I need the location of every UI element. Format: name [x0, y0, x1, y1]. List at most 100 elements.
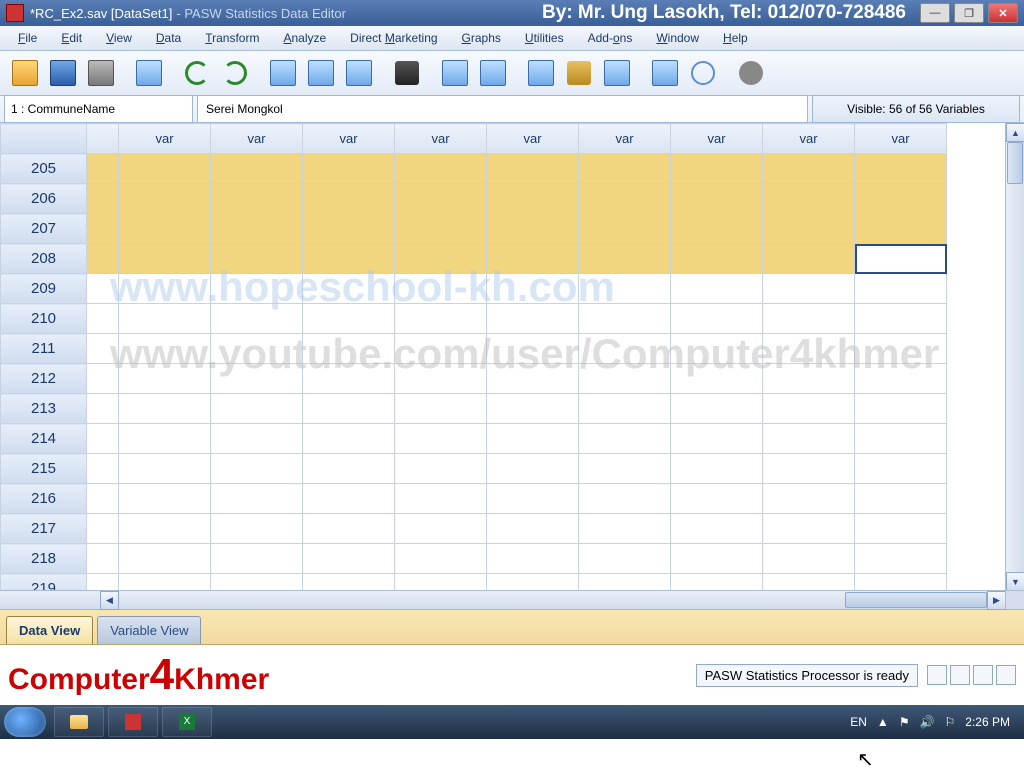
data-cell[interactable] [579, 394, 671, 424]
column-header[interactable]: var [855, 124, 947, 154]
value-labels-button[interactable] [648, 56, 682, 90]
data-cell[interactable] [763, 244, 855, 274]
redo-button[interactable] [218, 56, 252, 90]
row-header[interactable]: 210 [1, 304, 87, 334]
windows-taskbar[interactable]: X EN ▲ ⚑ 🔊 ⚐ 2:26 PM [0, 705, 1024, 739]
data-cell[interactable] [119, 514, 211, 544]
data-cell[interactable] [395, 184, 487, 214]
data-cell[interactable] [395, 304, 487, 334]
data-cell[interactable] [855, 334, 947, 364]
menu-help[interactable]: Help [713, 28, 758, 48]
tray-chevron-icon[interactable]: ▲ [877, 715, 889, 729]
data-cell[interactable] [763, 304, 855, 334]
data-cell[interactable] [119, 484, 211, 514]
data-cell[interactable] [211, 154, 303, 184]
taskbar-app-pasw[interactable] [108, 707, 158, 737]
data-cell[interactable] [303, 424, 395, 454]
start-button[interactable] [4, 707, 46, 737]
data-cell[interactable] [763, 424, 855, 454]
data-cell[interactable] [119, 544, 211, 574]
row-header[interactable]: 218 [1, 544, 87, 574]
data-cell[interactable] [671, 484, 763, 514]
data-cell[interactable] [395, 394, 487, 424]
data-cell[interactable] [303, 214, 395, 244]
data-cell[interactable] [671, 454, 763, 484]
data-cell[interactable] [395, 154, 487, 184]
column-header[interactable]: var [671, 124, 763, 154]
data-cell[interactable] [487, 424, 579, 454]
data-cell[interactable] [579, 184, 671, 214]
goto-case-button[interactable] [266, 56, 300, 90]
data-cell[interactable] [211, 514, 303, 544]
hscroll-track[interactable] [119, 591, 987, 609]
data-cell[interactable] [763, 544, 855, 574]
column-header[interactable]: var [303, 124, 395, 154]
data-cell[interactable] [303, 364, 395, 394]
data-cell[interactable] [303, 184, 395, 214]
clock[interactable]: 2:26 PM [965, 715, 1010, 729]
data-cell[interactable] [579, 154, 671, 184]
data-cell[interactable] [579, 244, 671, 274]
scroll-left-button[interactable]: ◀ [100, 591, 119, 610]
table-row[interactable]: 214 [1, 424, 947, 454]
data-cell[interactable] [395, 364, 487, 394]
data-cell[interactable] [211, 244, 303, 274]
data-cell[interactable] [119, 424, 211, 454]
vscroll-track[interactable] [1006, 142, 1024, 572]
data-cell[interactable] [395, 424, 487, 454]
menu-window[interactable]: Window [646, 28, 709, 48]
data-cell[interactable] [119, 364, 211, 394]
tab-variable-view[interactable]: Variable View [97, 616, 201, 644]
data-cell[interactable] [855, 364, 947, 394]
data-cell[interactable] [395, 484, 487, 514]
data-cell[interactable] [119, 244, 211, 274]
cell-value-input[interactable]: Serei Mongkol [197, 95, 808, 123]
data-cell[interactable] [395, 274, 487, 304]
data-cell[interactable] [87, 424, 119, 454]
column-header[interactable]: var [763, 124, 855, 154]
data-cell[interactable] [579, 544, 671, 574]
data-cell[interactable] [671, 514, 763, 544]
use-sets-button[interactable] [686, 56, 720, 90]
data-cell[interactable] [763, 514, 855, 544]
goto-variable-button[interactable] [304, 56, 338, 90]
data-cell[interactable] [671, 184, 763, 214]
data-cell[interactable] [487, 244, 579, 274]
vscroll-thumb[interactable] [1007, 142, 1023, 184]
data-cell[interactable] [671, 574, 763, 592]
data-cell[interactable] [855, 394, 947, 424]
data-cell[interactable] [579, 364, 671, 394]
data-cell[interactable] [87, 154, 119, 184]
data-cell[interactable] [87, 334, 119, 364]
data-cell[interactable] [211, 364, 303, 394]
data-cell[interactable] [487, 574, 579, 592]
data-cell[interactable] [87, 574, 119, 592]
data-cell[interactable] [303, 274, 395, 304]
data-cell[interactable] [671, 394, 763, 424]
row-header[interactable]: 215 [1, 454, 87, 484]
data-cell[interactable] [855, 244, 947, 274]
data-cell[interactable] [303, 154, 395, 184]
split-file-button[interactable] [524, 56, 558, 90]
save-button[interactable] [46, 56, 80, 90]
row-header[interactable]: 209 [1, 274, 87, 304]
row-header[interactable]: 212 [1, 364, 87, 394]
data-cell[interactable] [855, 514, 947, 544]
data-cell[interactable] [303, 394, 395, 424]
data-cell[interactable] [211, 214, 303, 244]
insert-variable-button[interactable] [476, 56, 510, 90]
row-header[interactable]: 219 [1, 574, 87, 592]
table-row[interactable]: 218 [1, 544, 947, 574]
table-row[interactable]: 209 [1, 274, 947, 304]
data-cell[interactable] [487, 154, 579, 184]
data-cell[interactable] [487, 364, 579, 394]
data-cell[interactable] [487, 274, 579, 304]
data-cell[interactable] [855, 154, 947, 184]
data-cell[interactable] [855, 574, 947, 592]
data-cell[interactable] [579, 484, 671, 514]
data-cell[interactable] [395, 544, 487, 574]
data-cell[interactable] [763, 364, 855, 394]
data-cell[interactable] [763, 154, 855, 184]
data-cell[interactable] [395, 454, 487, 484]
data-grid[interactable]: varvarvarvarvarvarvarvarvar2052062072082… [0, 123, 1006, 591]
